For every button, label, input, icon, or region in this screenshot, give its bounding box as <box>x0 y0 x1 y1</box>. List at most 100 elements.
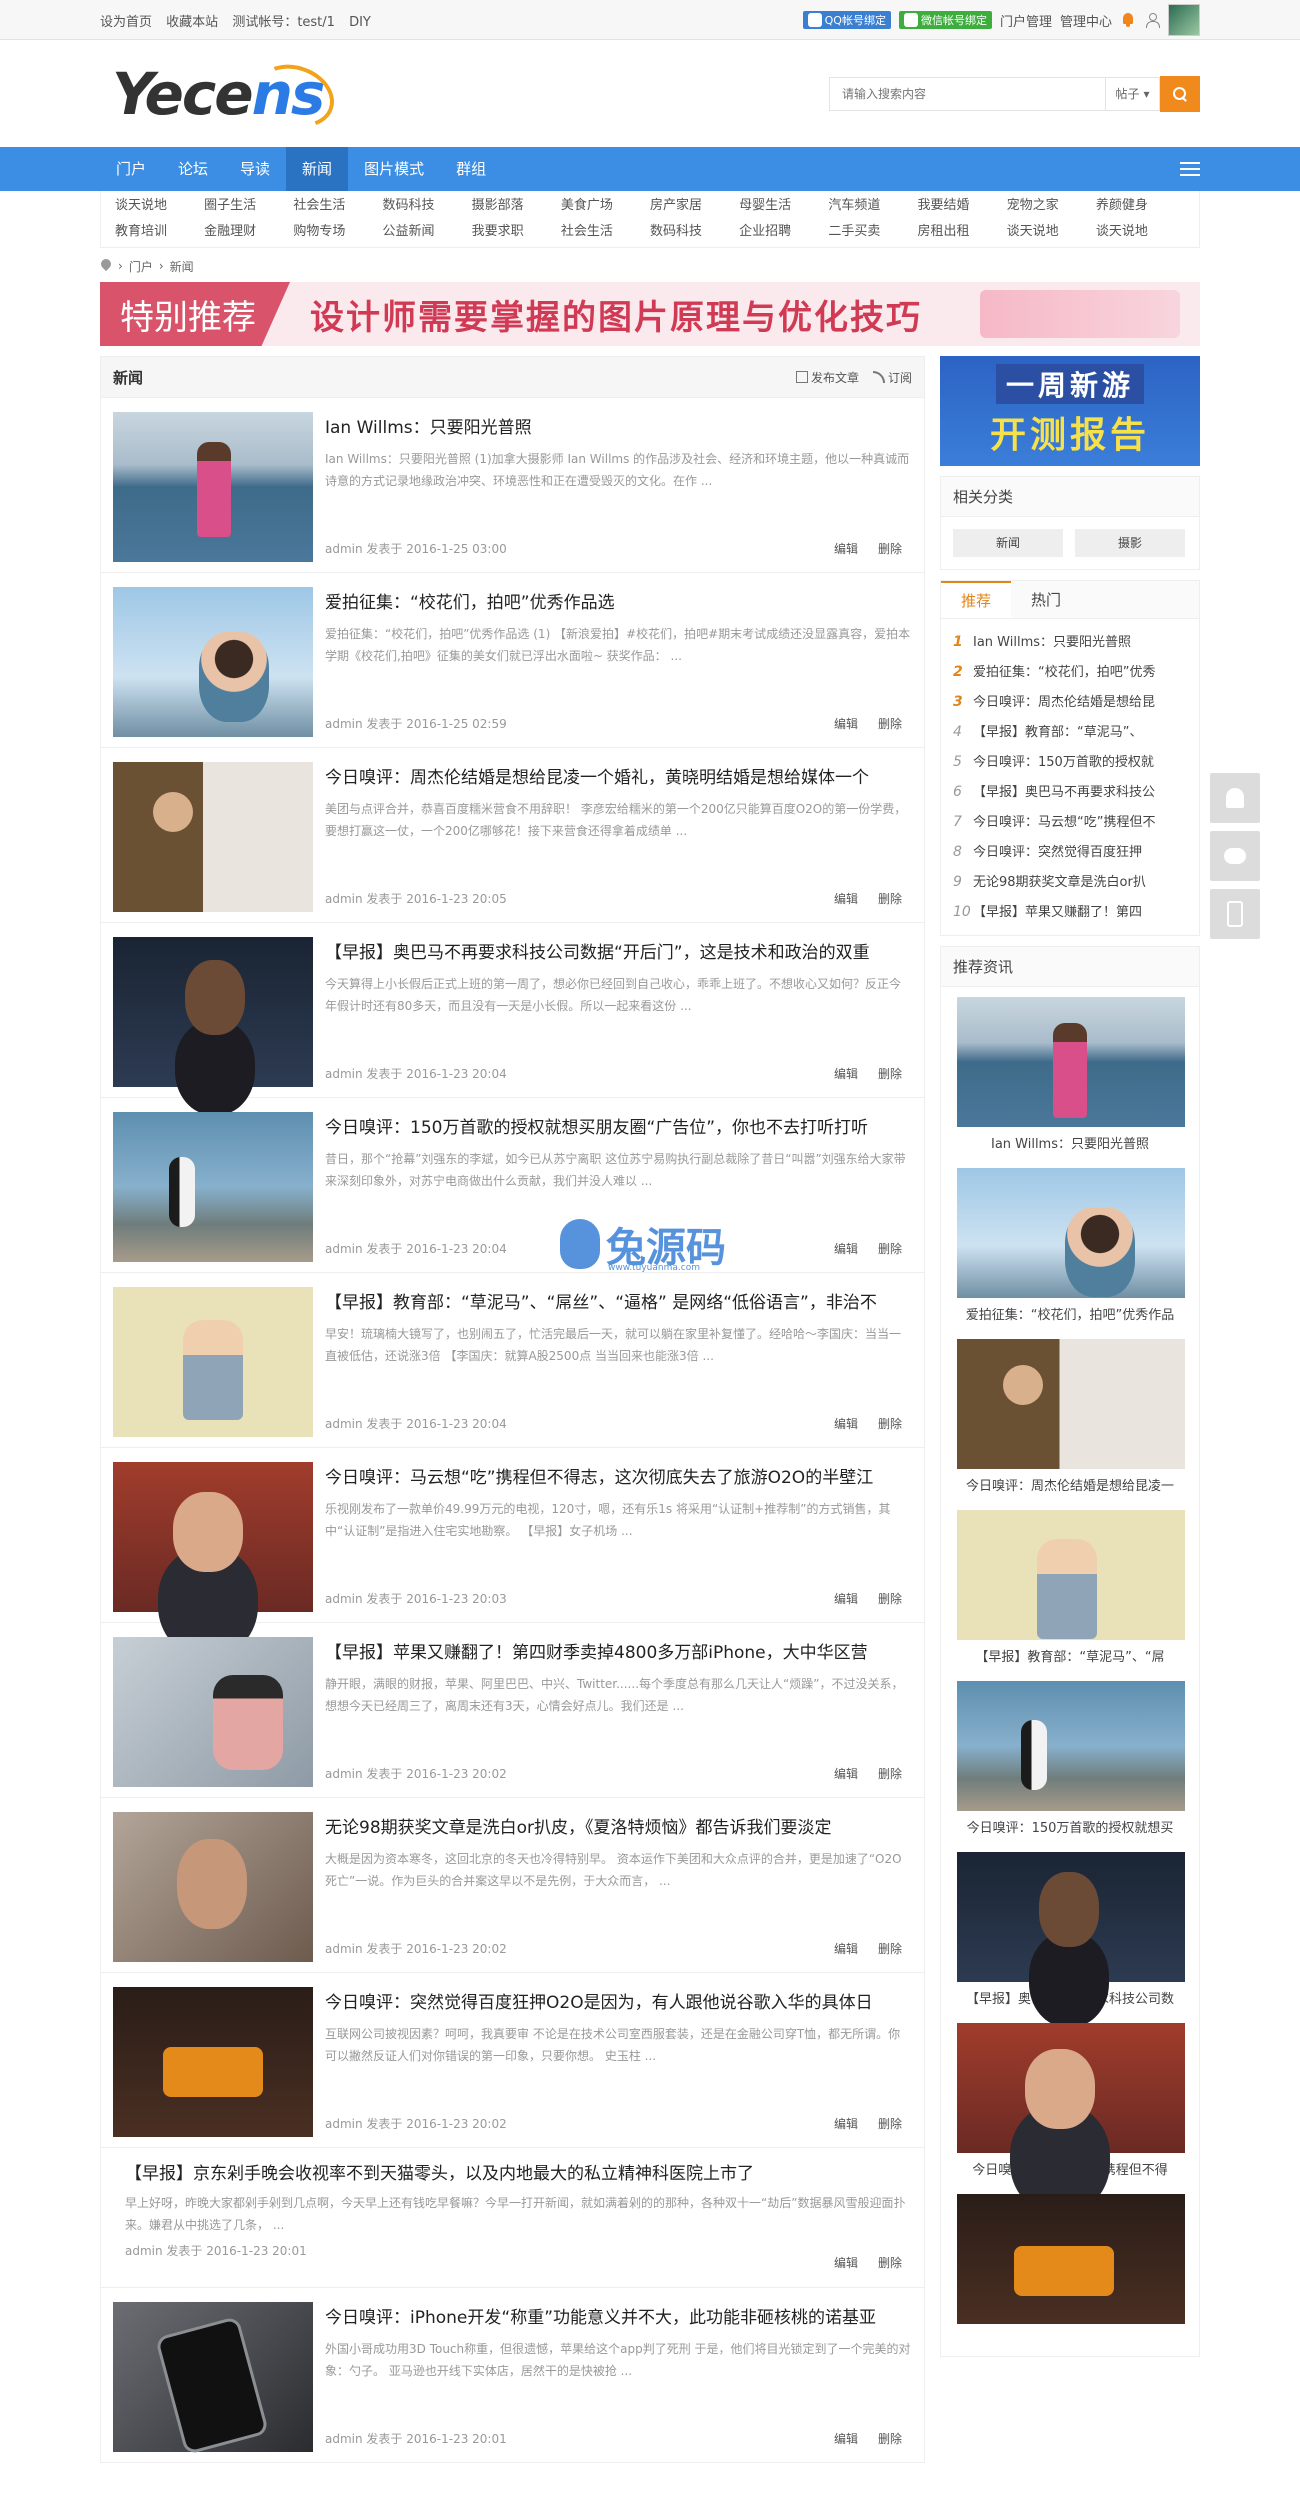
article-title[interactable]: Ian Willms：只要阳光普照 <box>325 416 912 440</box>
recommended-caption[interactable]: 【早报】奥巴马不再要求科技公司数 <box>957 1988 1183 2007</box>
edit-link[interactable]: 编辑 <box>834 715 858 732</box>
ranking-item[interactable]: 3 今日嗅评：周杰伦结婚是想给昆 <box>953 687 1187 717</box>
subcategory-link[interactable]: 数码科技 <box>650 221 739 243</box>
article-thumbnail[interactable] <box>113 1637 313 1787</box>
site-logo[interactable]: Yecens <box>100 53 344 138</box>
article-title[interactable]: 爱拍征集：“校花们，拍吧”优秀作品选 <box>325 591 912 615</box>
delete-link[interactable]: 删除 <box>878 1590 902 1607</box>
article-thumbnail[interactable] <box>113 1987 313 2137</box>
article-title[interactable]: 无论98期获奖文章是洗白or扒皮，《夏洛特烦恼》都告诉我们要淡定 <box>325 1816 912 1840</box>
nav-item-portal[interactable]: 门户 <box>100 147 162 191</box>
article-thumbnail[interactable] <box>113 1812 313 1962</box>
search-input[interactable] <box>829 76 1105 111</box>
edit-link[interactable]: 编辑 <box>834 2430 858 2447</box>
ranking-item[interactable]: 5 今日嗅评：150万首歌的授权就 <box>953 747 1187 777</box>
subcategory-link[interactable]: 购物专场 <box>293 221 382 243</box>
recommended-thumbnail[interactable] <box>957 2023 1185 2153</box>
recommended-item[interactable]: 今日嗅评：150万首歌的授权就想买 <box>957 1681 1185 1836</box>
article-title[interactable]: 今日嗅评：马云想“吃”携程但不得志，这次彻底失去了旅游O2O的半壁江 <box>325 1466 912 1490</box>
subcategory-link[interactable]: 二手买卖 <box>828 221 917 243</box>
recommended-thumbnail[interactable] <box>957 1339 1185 1469</box>
delete-link[interactable]: 删除 <box>878 1240 902 1257</box>
nav-item-guide[interactable]: 导读 <box>224 147 286 191</box>
related-category-photo[interactable]: 摄影 <box>1075 529 1185 557</box>
ranking-item[interactable]: 7 今日嗅评：马云想“吃”携程但不 <box>953 807 1187 837</box>
bookmark-link[interactable]: 收藏本站 <box>166 15 218 30</box>
delete-link[interactable]: 删除 <box>878 2430 902 2447</box>
subcategory-link[interactable]: 谈天说地 <box>115 195 204 217</box>
recommended-item[interactable]: 【早报】教育部：“草泥马”、“屌 <box>957 1510 1185 1665</box>
delete-link[interactable]: 删除 <box>878 890 902 907</box>
subcategory-link[interactable]: 社会生活 <box>561 221 650 243</box>
ranking-item[interactable]: 2 爱拍征集：“校花们，拍吧”优秀 <box>953 657 1187 687</box>
subcategory-link[interactable]: 社会生活 <box>293 195 382 217</box>
article-title[interactable]: 【早报】苹果又赚翻了！第四财季卖掉4800多万部iPhone，大中华区营 <box>325 1641 912 1665</box>
wechat-chat-icon[interactable] <box>1210 831 1260 881</box>
recommended-thumbnail[interactable] <box>957 2194 1185 2324</box>
delete-link[interactable]: 删除 <box>878 540 902 557</box>
user-icon[interactable] <box>1144 12 1160 28</box>
ranking-item[interactable]: 8 今日嗅评：突然觉得百度狂押 <box>953 837 1187 867</box>
ranking-item[interactable]: 1 Ian Willms：只要阳光普照 <box>953 627 1187 657</box>
subcategory-link[interactable]: 房产家居 <box>650 195 739 217</box>
edit-link[interactable]: 编辑 <box>834 2254 858 2271</box>
recommended-caption[interactable]: Ian Willms：只要阳光普照 <box>957 1133 1183 1152</box>
recommended-thumbnail[interactable] <box>957 1168 1185 1298</box>
search-button[interactable] <box>1160 75 1200 112</box>
subcategory-link[interactable]: 我要结婚 <box>917 195 1006 217</box>
delete-link[interactable]: 删除 <box>878 1940 902 1957</box>
article-title[interactable]: 今日嗅评：突然觉得百度狂押O2O是因为，有人跟他说谷歌入华的具体日 <box>325 1991 912 2015</box>
menu-icon[interactable] <box>1180 162 1200 176</box>
recommended-item[interactable]: 今日嗅评：马云想“吃”携程但不得 <box>957 2023 1185 2178</box>
subcategory-link[interactable]: 宠物之家 <box>1007 195 1096 217</box>
delete-link[interactable]: 删除 <box>878 1765 902 1782</box>
edit-link[interactable]: 编辑 <box>834 1590 858 1607</box>
article-thumbnail[interactable] <box>113 762 313 912</box>
bell-icon[interactable] <box>1120 12 1136 28</box>
edit-link[interactable]: 编辑 <box>834 1240 858 1257</box>
subcategory-link[interactable]: 美食广场 <box>561 195 650 217</box>
post-article-link[interactable]: 发布文章 <box>795 369 859 386</box>
article-thumbnail[interactable] <box>113 587 313 737</box>
ranking-item[interactable]: 6 【早报】奥巴马不再要求科技公 <box>953 777 1187 807</box>
article-title[interactable]: 今日嗅评：150万首歌的授权就想买朋友圈“广告位”，你也不去打听打听 <box>325 1116 912 1140</box>
recommended-caption[interactable]: 今日嗅评：周杰伦结婚是想给昆凌一 <box>957 1475 1183 1494</box>
subcategory-link[interactable]: 汽车频道 <box>828 195 917 217</box>
diy-link[interactable]: DIY <box>349 15 371 30</box>
edit-link[interactable]: 编辑 <box>834 1765 858 1782</box>
article-title[interactable]: 【早报】奥巴马不再要求科技公司数据“开后门”，这是技术和政治的双重 <box>325 941 912 965</box>
mobile-phone-icon[interactable] <box>1210 889 1260 939</box>
article-thumbnail[interactable] <box>113 1462 313 1612</box>
recommended-thumbnail[interactable] <box>957 997 1185 1127</box>
manage-center-link[interactable]: 管理中心 <box>1060 11 1112 30</box>
related-category-news[interactable]: 新闻 <box>953 529 1063 557</box>
nav-item-groups[interactable]: 群组 <box>440 147 502 191</box>
sidebar-ad[interactable]: 一周新游 开测报告 <box>940 356 1200 466</box>
subcategory-link[interactable]: 母婴生活 <box>739 195 828 217</box>
article-thumbnail[interactable] <box>113 937 313 1087</box>
edit-link[interactable]: 编辑 <box>834 890 858 907</box>
subcategory-link[interactable]: 养颜健身 <box>1096 195 1185 217</box>
recommended-caption[interactable]: 今日嗅评：马云想“吃”携程但不得 <box>957 2159 1183 2178</box>
ranking-item[interactable]: 4 【早报】教育部：“草泥马”、 <box>953 717 1187 747</box>
recommended-thumbnail[interactable] <box>957 1510 1185 1640</box>
ranking-item[interactable]: 9 无论98期获奖文章是洗白or扒 <box>953 867 1187 897</box>
subcategory-link[interactable]: 教育培训 <box>115 221 204 243</box>
article-title[interactable]: 【早报】京东剁手晚会收视率不到天猫零头，以及内地最大的私立精神科医院上市了 <box>125 2162 912 2186</box>
nav-item-news[interactable]: 新闻 <box>286 147 349 191</box>
edit-link[interactable]: 编辑 <box>834 1415 858 1432</box>
breadcrumb-portal[interactable]: 门户 <box>129 258 153 275</box>
recommended-item[interactable]: 爱拍征集：“校花们，拍吧”优秀作品 <box>957 1168 1185 1323</box>
article-title[interactable]: 今日嗅评：周杰伦结婚是想给昆凌一个婚礼，黄晓明结婚是想给媒体一个 <box>325 766 912 790</box>
tab-hot[interactable]: 热门 <box>1011 581 1081 618</box>
subcategory-link[interactable]: 谈天说地 <box>1096 221 1185 243</box>
subcategory-link[interactable]: 摄影部落 <box>472 195 561 217</box>
subscribe-link[interactable]: 订阅 <box>872 369 912 386</box>
delete-link[interactable]: 删除 <box>878 2115 902 2132</box>
recommended-thumbnail[interactable] <box>957 1852 1185 1982</box>
delete-link[interactable]: 删除 <box>878 2254 902 2271</box>
qq-bind-button[interactable]: QQ帐号绑定 <box>802 11 891 29</box>
subcategory-link[interactable]: 数码科技 <box>382 195 471 217</box>
edit-link[interactable]: 编辑 <box>834 1065 858 1082</box>
nav-item-forum[interactable]: 论坛 <box>162 147 224 191</box>
